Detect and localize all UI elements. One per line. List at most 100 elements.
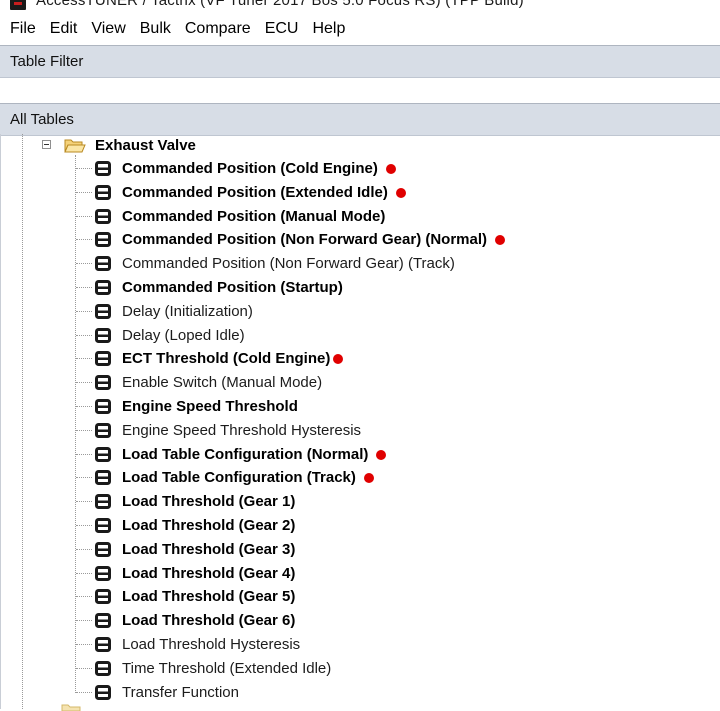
menu-view[interactable]: View (84, 14, 132, 44)
tree-connector (76, 191, 92, 193)
modified-marker-icon (376, 449, 386, 460)
tree-connector (76, 287, 92, 288)
modified-marker-icon (495, 235, 505, 246)
tree-connector (76, 215, 92, 217)
tree-connector (76, 310, 92, 312)
title-bar: AccessTUNER / Tactrix (VF Tuner 2017 Bos… (0, 0, 720, 12)
table-item[interactable]: Load Threshold (Gear 2) (0, 514, 720, 537)
table-icon (95, 589, 111, 605)
table-item-label: Commanded Position (Manual Mode) (122, 207, 386, 225)
tree-connector (76, 667, 92, 669)
menu-ecu[interactable]: ECU (258, 14, 306, 44)
table-item[interactable]: Commanded Position (Manual Mode) (0, 205, 720, 228)
table-item[interactable]: Load Threshold (Gear 4) (0, 562, 720, 585)
next-folder-icon (61, 704, 81, 711)
modified-marker-icon (333, 354, 343, 365)
table-item[interactable]: Load Threshold Hysteresis (0, 633, 720, 656)
table-item[interactable]: Commanded Position (Cold Engine) (0, 157, 720, 180)
table-item[interactable]: Load Threshold (Gear 3) (0, 538, 720, 561)
table-item-label: Load Threshold (Gear 2) (122, 517, 296, 534)
table-icon (95, 660, 111, 676)
table-item[interactable]: Load Table Configuration (Normal) (0, 443, 720, 466)
table-item-label: Commanded Position (Startup) (122, 279, 343, 296)
tree-connector (76, 691, 92, 693)
table-item-label: Commanded Position (Extended Idle) (122, 183, 388, 201)
table-item-label: Commanded Position (Non Forward Gear) (N… (122, 231, 488, 249)
table-item-label: Commanded Position (Cold Engine) (122, 160, 378, 177)
table-item[interactable]: Engine Speed Threshold Hysteresis (0, 419, 720, 442)
table-item[interactable]: ECT Threshold (Cold Engine) (0, 347, 720, 370)
table-item-label: Load Threshold Hysteresis (122, 636, 301, 653)
table-icon (95, 684, 111, 700)
tree-connector (76, 453, 92, 455)
table-item-label: Load Table Configuration (Normal) (122, 445, 369, 463)
table-item[interactable]: Load Threshold (Gear 1) (0, 490, 720, 513)
table-icon (95, 375, 111, 391)
tree-connector (76, 358, 92, 360)
table-item[interactable]: Commanded Position (Startup) (0, 276, 720, 299)
table-item[interactable]: Transfer Function (0, 681, 720, 704)
tree-connector (76, 572, 92, 574)
table-item[interactable]: Delay (Loped Idle) (0, 324, 720, 347)
tree-connector (76, 644, 92, 645)
table-item[interactable]: Enable Switch (Manual Mode) (0, 371, 720, 394)
tree-connector (76, 501, 92, 503)
menu-file[interactable]: File (0, 14, 43, 44)
table-item[interactable]: Load Threshold (Gear 6) (0, 609, 720, 632)
table-item-label: Load Threshold (Gear 1) (122, 493, 296, 511)
table-filter-input[interactable] (0, 79, 720, 102)
tree-connector (76, 168, 92, 169)
table-icon (95, 399, 111, 414)
tree-connector (76, 429, 92, 431)
modified-marker-icon (396, 187, 406, 198)
table-icon (95, 637, 111, 652)
table-item[interactable]: Time Threshold (Extended Idle) (0, 657, 720, 680)
table-item[interactable]: Commanded Position (Non Forward Gear) (T… (0, 252, 720, 275)
tree-connector (76, 406, 92, 407)
table-icon (95, 280, 111, 295)
app-icon (10, 0, 26, 10)
menu-help[interactable]: Help (305, 14, 352, 44)
tree-group-exhaust-valve[interactable]: Exhaust Valve (0, 134, 720, 157)
window-title: AccessTUNER / Tactrix (VF Tuner 2017 Bos… (36, 0, 524, 9)
table-icon (95, 446, 111, 462)
table-item[interactable]: Commanded Position (Non Forward Gear) (N… (0, 228, 720, 251)
tree-connector (76, 477, 92, 479)
table-item-label: Load Threshold (Gear 6) (122, 612, 296, 630)
table-icon (95, 327, 111, 343)
table-icon (95, 303, 111, 319)
table-icon (95, 470, 111, 486)
table-item[interactable]: Commanded Position (Extended Idle) (0, 181, 720, 204)
modified-marker-icon (364, 473, 374, 484)
table-icon (95, 494, 111, 510)
menu-bar: File Edit View Bulk Compare ECU Help (0, 14, 720, 44)
table-icon (95, 184, 111, 200)
table-item-label: Time Threshold (Extended Idle) (122, 659, 332, 677)
menu-compare[interactable]: Compare (178, 14, 258, 44)
table-item[interactable]: Delay (Initialization) (0, 300, 720, 323)
menu-bulk[interactable]: Bulk (133, 14, 178, 44)
group-label: Exhaust Valve (95, 137, 196, 154)
table-filter-header: Table Filter (0, 45, 720, 78)
collapse-toggle-icon[interactable] (42, 140, 51, 149)
tree-connector (76, 263, 92, 265)
tree-connector (76, 620, 92, 622)
table-item[interactable]: Load Table Configuration (Track) (0, 466, 720, 489)
table-icon (95, 518, 111, 533)
tree-connector (76, 239, 92, 241)
table-item-label: Transfer Function (122, 683, 239, 701)
menu-edit[interactable]: Edit (43, 14, 85, 44)
table-item[interactable]: Load Threshold (Gear 5) (0, 585, 720, 608)
modified-marker-icon (386, 164, 396, 174)
table-icon (95, 422, 111, 438)
table-item-label: Engine Speed Threshold (122, 398, 298, 415)
table-item-label: Delay (Loped Idle) (122, 326, 245, 344)
table-icon (95, 232, 111, 248)
tree-connector (76, 382, 92, 384)
table-item[interactable]: Engine Speed Threshold (0, 395, 720, 418)
table-item-label: Load Threshold (Gear 4) (122, 564, 296, 582)
table-icon (95, 351, 111, 367)
table-icon (95, 541, 111, 557)
table-item-label: ECT Threshold (Cold Engine) (122, 350, 331, 368)
table-icon (95, 256, 111, 272)
